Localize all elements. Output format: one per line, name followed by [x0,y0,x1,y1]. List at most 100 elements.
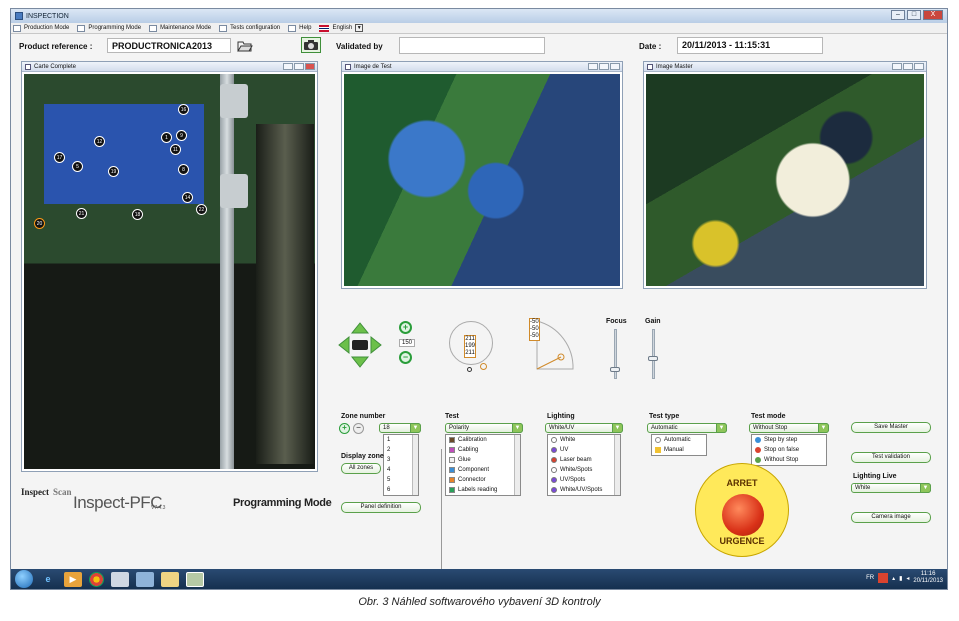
internet-explorer-icon[interactable]: e [39,572,57,587]
list-item[interactable]: Glue [446,455,520,465]
inspection-app-icon[interactable] [186,571,204,587]
scrollbar[interactable] [412,435,418,495]
start-button[interactable] [15,570,33,588]
list-item[interactable]: Manual [652,445,706,455]
list-item[interactable]: Laser beam [548,455,620,465]
menu-help[interactable]: Help [288,24,311,32]
emergency-stop-knob[interactable] [722,494,764,536]
zone-marker[interactable]: 19 [108,166,119,177]
window-app-icon[interactable] [136,571,154,587]
lighting-list[interactable]: White UV Laser beam White/Spots UV/Spots Whit… [547,434,621,496]
board-image-test[interactable] [344,74,620,286]
folder-open-icon[interactable] [237,39,253,52]
zone-number-list[interactable]: 1 2 3 4 5 6 [383,434,419,496]
panel-close-button[interactable] [610,63,620,70]
menu-tests-configuration[interactable]: Tests configuration [219,24,280,32]
panel-definition-button[interactable]: Panel definition [341,502,421,513]
validated-by-field[interactable] [399,37,545,54]
panel-maximize-button[interactable] [903,63,913,70]
save-master-button[interactable]: Save Master [851,422,931,433]
arrow-left-icon[interactable] [338,335,350,355]
arrow-down-icon[interactable] [350,356,370,368]
board-image-complete[interactable]: 16 9 1 12 11 17 5 8 19 14 21 18 22 20 [24,74,315,469]
menu-maintenance-mode[interactable]: Maintenance Mode [149,24,211,32]
language-select[interactable]: English ▼ [319,24,364,32]
zone-marker[interactable]: 8 [178,164,189,175]
zone-marker[interactable]: 14 [182,192,193,203]
list-item[interactable]: Component [446,465,520,475]
folder-icon[interactable] [161,571,179,587]
menu-programming-mode[interactable]: Programming Mode [77,24,141,32]
list-item[interactable]: UV [548,445,620,455]
panel-minimize-button[interactable] [588,63,598,70]
close-button[interactable]: X [923,10,943,20]
zone-remove-icon[interactable]: − [353,423,364,434]
test-validation-button[interactable]: Test validation [851,452,931,463]
rotation-handle-icon[interactable] [480,363,487,370]
list-item[interactable]: Automatic [652,435,706,445]
product-reference-field[interactable]: PRODUCTRONICA2013 [107,38,231,53]
panel-close-button[interactable] [914,63,924,70]
menu-production-mode[interactable]: Production Mode [13,24,69,32]
zone-marker[interactable]: 1 [161,132,172,143]
computer-icon[interactable] [111,571,129,587]
zone-marker[interactable]: 12 [94,136,105,147]
zone-marker[interactable]: 20 [34,218,45,229]
camera-image-button[interactable]: Camera image [851,512,931,523]
test-mode-select[interactable]: Without Stop ▼ [749,423,829,433]
zone-marker[interactable]: 16 [178,104,189,115]
camera-home-icon[interactable] [352,340,368,350]
zone-number-select[interactable]: 18 ▼ [379,423,421,433]
arrow-right-icon[interactable] [370,335,382,355]
zone-marker[interactable]: 22 [196,204,207,215]
lighting-select[interactable]: White/UV ▼ [545,423,623,433]
panel-minimize-button[interactable] [283,63,293,70]
clock[interactable]: 11:16 20/11/2013 [913,571,943,585]
scrollbar[interactable] [514,435,520,495]
list-item[interactable]: Step by step [752,435,826,445]
panel-minimize-button[interactable] [892,63,902,70]
test-list[interactable]: Calibration Cabling Glue Component Connector… [445,434,521,496]
emergency-stop-button[interactable]: ARRET URGENCE [695,463,789,557]
panel-close-button[interactable] [305,63,315,70]
list-item[interactable]: Calibration [446,435,520,445]
all-zones-button[interactable]: All zones [341,463,381,474]
maximize-button[interactable]: □ [907,10,921,20]
gain-slider-thumb[interactable] [648,356,658,361]
tray-app-icon[interactable] [878,573,889,583]
scrollbar[interactable] [614,435,620,495]
network-icon[interactable]: ▮ [899,575,902,582]
zone-marker[interactable]: 11 [170,144,181,155]
list-item[interactable]: Connector [446,475,520,485]
test-type-list[interactable]: Automatic Manual [651,434,707,456]
focus-slider[interactable] [610,329,620,379]
board-image-master[interactable] [646,74,924,286]
camera-capture-button[interactable] [301,37,321,53]
panel-maximize-button[interactable] [294,63,304,70]
lighting-live-select[interactable]: White ▼ [851,483,931,493]
zoom-out-icon[interactable]: − [399,351,412,364]
zone-marker[interactable]: 18 [132,209,143,220]
list-item[interactable]: Cabling [446,445,520,455]
minimize-button[interactable]: – [891,10,905,20]
test-select[interactable]: Polarity ▼ [445,423,523,433]
language-indicator[interactable]: FR [866,575,874,581]
zone-marker[interactable]: 9 [176,130,187,141]
tray-arrow-icon[interactable]: ▴ [892,575,895,582]
volume-icon[interactable]: ◂ [906,575,909,582]
angle-quadrant[interactable] [535,317,575,371]
zone-add-icon[interactable]: + [339,423,350,434]
chrome-icon[interactable] [89,571,104,587]
gain-slider[interactable] [648,329,658,379]
list-item[interactable]: Stop on false [752,445,826,455]
zone-marker[interactable]: 17 [54,152,65,163]
test-mode-list[interactable]: Step by step Stop on false Without Stop [751,434,827,466]
media-player-icon[interactable]: ▶ [64,571,82,587]
test-type-select[interactable]: Automatic ▼ [647,423,727,433]
zone-marker[interactable]: 21 [76,208,87,219]
rotation-handle-icon[interactable] [467,367,472,372]
focus-slider-thumb[interactable] [610,367,620,372]
list-item[interactable]: Without Stop [752,455,826,465]
zoom-in-icon[interactable]: + [399,321,412,334]
arrow-up-icon[interactable] [350,322,370,334]
